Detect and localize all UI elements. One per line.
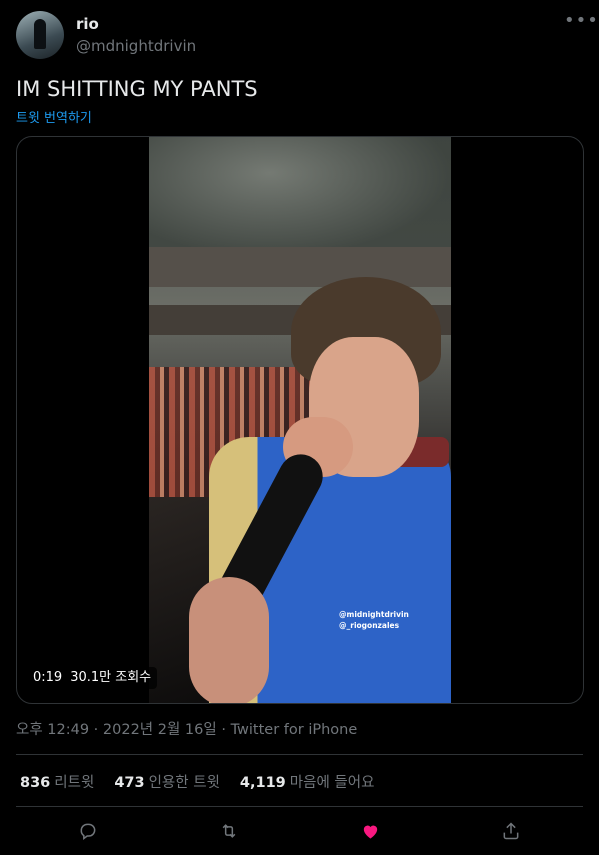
retweet-count: 836: [20, 775, 51, 791]
divider-bottom: [16, 806, 583, 807]
balcony-upper: [149, 247, 451, 287]
quote-stat[interactable]: 473 인용한 트윗: [114, 771, 220, 792]
user-handle[interactable]: @mdnightdrivin: [76, 37, 196, 55]
meta-separator-1: ·: [89, 722, 103, 738]
quote-label: 인용한 트윗: [148, 775, 220, 791]
video-player[interactable]: @midnightdrivin @_riogonzales 0:19 30.1만 …: [16, 136, 584, 704]
watermark-line-1: @midnightdrivin: [339, 610, 409, 619]
more-horizontal-icon[interactable]: •••: [564, 10, 599, 31]
share-icon: [503, 822, 519, 840]
user-name[interactable]: rio: [76, 15, 99, 33]
video-timer: 0:19 30.1만 조회수: [27, 667, 158, 689]
share-button[interactable]: [495, 815, 527, 847]
tweet-stats: 836 리트윗 473 인용한 트윗 4,119 마음에 들어요: [20, 771, 374, 792]
reply-button[interactable]: [72, 815, 104, 847]
heart-icon: [363, 825, 377, 839]
divider-top: [16, 754, 583, 755]
avatar[interactable]: [16, 11, 64, 59]
retweet-icon: [222, 824, 236, 838]
like-stat[interactable]: 4,119 마음에 들어요: [240, 771, 375, 792]
like-button[interactable]: [354, 815, 386, 847]
video-frame[interactable]: @midnightdrivin @_riogonzales: [149, 137, 451, 703]
tweet-source[interactable]: Twitter for iPhone: [231, 722, 358, 738]
tweet-time[interactable]: 오후 12:49: [16, 722, 89, 738]
translate-link[interactable]: 트윗 번역하기: [16, 107, 92, 126]
retweet-stat[interactable]: 836 리트윗: [20, 771, 94, 792]
like-label: 마음에 들어요: [289, 775, 375, 791]
watermark-line-2: @_riogonzales: [339, 621, 400, 630]
quote-count: 473: [114, 775, 145, 791]
tweet-date[interactable]: 2022년 2월 16일: [103, 722, 217, 738]
video-duration: 0:19: [33, 670, 63, 685]
retweet-button[interactable]: [213, 815, 245, 847]
reply-icon: [80, 823, 96, 840]
stage-haze: [149, 137, 451, 257]
action-bar: [0, 815, 599, 847]
singer-arm: [189, 577, 269, 703]
video-watermark: @midnightdrivin @_riogonzales: [339, 609, 409, 631]
video-views: 30.1만 조회수: [70, 670, 152, 685]
tweet-meta: 오후 12:49 · 2022년 2월 16일 · Twitter for iP…: [16, 718, 357, 739]
retweet-label: 리트윗: [54, 775, 95, 791]
tweet-text: IM SHITTING MY PANTS: [16, 77, 258, 101]
avatar-figure: [34, 19, 46, 49]
like-count: 4,119: [239, 775, 286, 791]
meta-separator-2: ·: [216, 722, 231, 738]
